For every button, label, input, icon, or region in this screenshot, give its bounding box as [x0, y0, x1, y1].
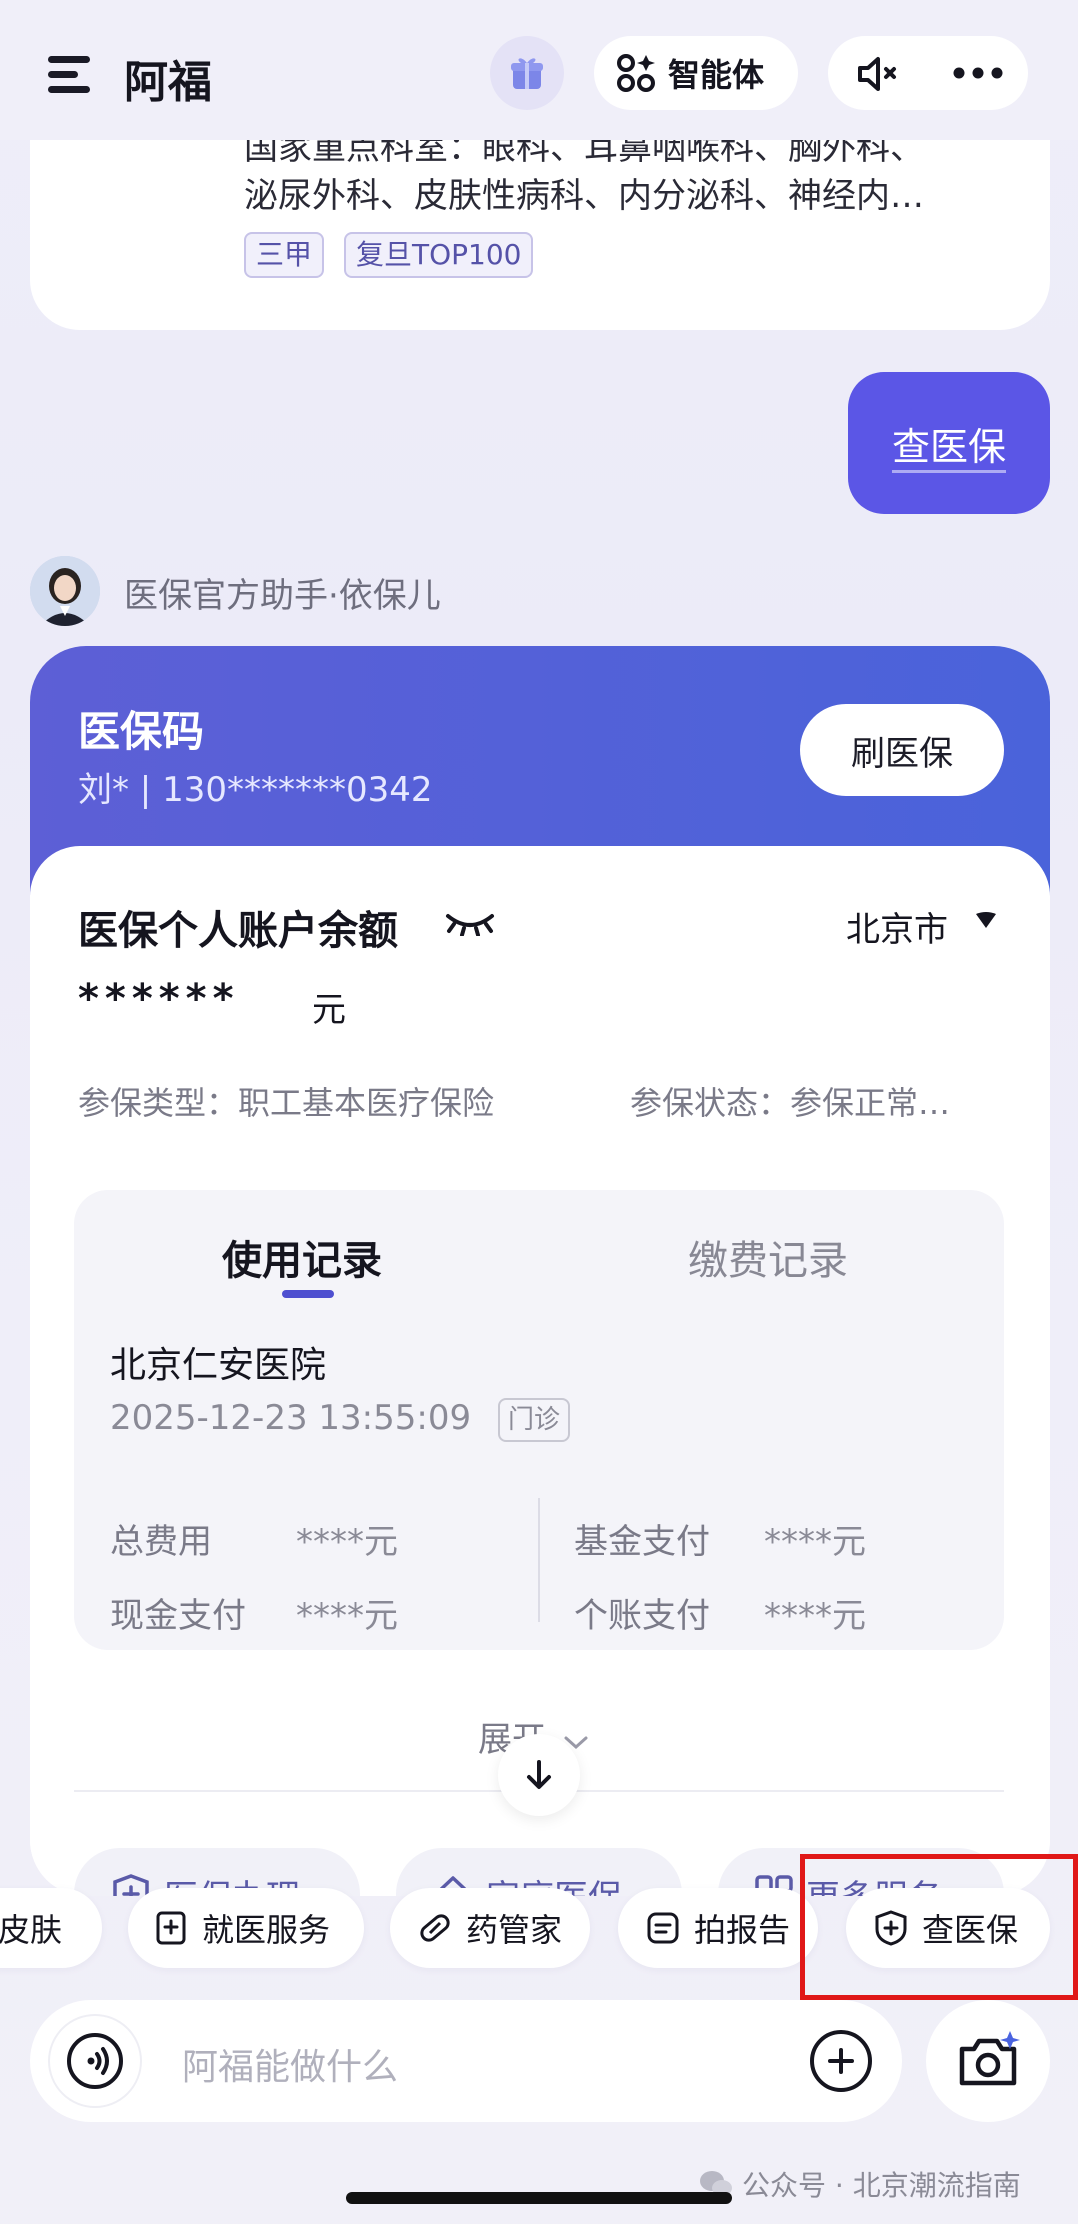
pill-icon — [416, 1909, 454, 1947]
plus-icon — [828, 2048, 854, 2074]
active-tab-indicator — [282, 1290, 334, 1298]
balance-label: 医保个人账户余额 — [78, 908, 398, 954]
chip-label: 查皮肤 — [0, 1911, 63, 1949]
record-hospital: 北京仁安医院 — [110, 1345, 327, 1386]
chip-medical-service[interactable]: 就医服务 — [128, 1888, 364, 1968]
report-icon — [644, 1909, 682, 1947]
chip-label: 拍报告 — [694, 1911, 791, 1949]
record-time: 2025-12-23 13:55:09 — [110, 1398, 472, 1438]
agent-button[interactable]: 智能体 — [594, 36, 798, 110]
insurance-user-info: 刘* | 130*******0342 — [78, 770, 433, 810]
chip-label: 药管家 — [466, 1911, 563, 1949]
fund-payment-label: 基金支付 — [574, 1522, 710, 1562]
scroll-to-bottom-button[interactable] — [498, 1734, 580, 1816]
app-header: 阿福 智能体 — [0, 0, 1078, 140]
record-type-badge: 门诊 — [498, 1398, 571, 1442]
app-title: 阿福 — [124, 57, 212, 108]
city-selector[interactable]: 北京市 — [846, 902, 948, 951]
shield-plus-icon — [113, 1874, 149, 1896]
fund-payment-value: ****元 — [764, 1522, 866, 1562]
more-icon[interactable] — [952, 66, 1004, 80]
city-dropdown-icon[interactable] — [974, 910, 998, 930]
gift-button[interactable] — [490, 36, 564, 110]
chat-input[interactable]: 阿福能做什么 — [182, 2038, 398, 2090]
tab-usage-records[interactable]: 使用记录 — [222, 1228, 382, 1286]
balance-value: ****** — [78, 976, 240, 1022]
insurance-type: 参保类型：职工基本医疗保险 — [78, 1084, 495, 1122]
menu-icon[interactable] — [48, 56, 94, 94]
header-actions — [828, 36, 1028, 110]
chip-photo-report[interactable]: 拍报告 — [618, 1888, 818, 1968]
agent-icon — [617, 54, 655, 92]
voice-icon — [67, 2033, 123, 2089]
account-payment-value: ****元 — [764, 1596, 866, 1636]
total-cost-value: ****元 — [296, 1522, 398, 1562]
hospital-tag-grade: 三甲 — [244, 232, 325, 278]
insurance-card: 医保码 刘* | 130*******0342 刷医保 医保个人账户余额 北京市… — [30, 646, 1050, 1896]
agent-label: 智能体 — [668, 56, 765, 94]
insurance-code-title: 医保码 — [78, 707, 205, 756]
cash-payment-value: ****元 — [296, 1596, 398, 1636]
insurance-status: 参保状态：参保正常… — [630, 1084, 951, 1122]
add-button[interactable] — [810, 2030, 872, 2092]
home-indicator — [346, 2192, 732, 2204]
voice-button[interactable] — [48, 2014, 142, 2108]
swipe-insurance-button[interactable]: 刷医保 — [800, 704, 1004, 796]
gift-icon — [511, 58, 543, 89]
records-panel: 使用记录 缴费记录 北京仁安医院 2025-12-23 13:55:09 门诊 … — [74, 1190, 1004, 1650]
user-message-bubble: 查医保 — [848, 372, 1050, 514]
chat-input-bar: 阿福能做什么 — [30, 2000, 902, 2122]
camera-icon — [959, 2031, 1020, 2086]
hospital-departments-line2: 泌尿外科、皮肤性病科、内分泌科、神经内… — [244, 176, 924, 216]
eye-closed-icon[interactable] — [444, 910, 496, 936]
account-payment-label: 个账支付 — [574, 1596, 710, 1636]
highlight-box — [800, 1854, 1078, 2000]
cash-payment-label: 现金支付 — [110, 1596, 246, 1636]
assistant-name: 医保官方助手·依保儿 — [124, 576, 441, 616]
record-divider — [538, 1498, 540, 1622]
watermark-text: 公众号 · 北京潮流指南 — [742, 2169, 1021, 2202]
arrow-down-icon — [527, 1760, 551, 1789]
total-cost-label: 总费用 — [110, 1522, 212, 1562]
chip-skin[interactable]: 查皮肤 — [0, 1888, 102, 1968]
user-message-text: 查医保 — [891, 424, 1006, 469]
watermark: 公众号 · 北京潮流指南 — [698, 2164, 1021, 2204]
mute-icon[interactable] — [856, 54, 904, 94]
chip-label: 就医服务 — [202, 1911, 331, 1949]
hospital-doc-icon — [152, 1909, 190, 1947]
camera-button[interactable] — [926, 2000, 1050, 2122]
hospital-tag-rank: 复旦TOP100 — [344, 232, 534, 278]
balance-unit: 元 — [312, 990, 346, 1030]
assistant-avatar — [30, 556, 100, 626]
tab-payment-records[interactable]: 缴费记录 — [688, 1228, 848, 1286]
chip-pharmacy[interactable]: 药管家 — [390, 1888, 590, 1968]
